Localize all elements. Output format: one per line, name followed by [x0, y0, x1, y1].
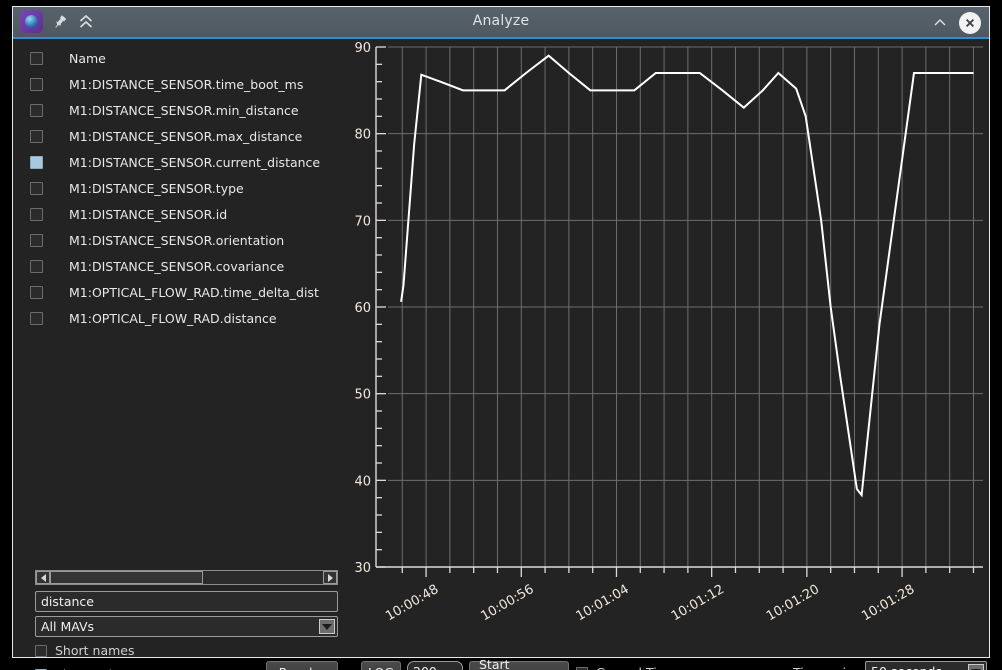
- scrollbar-thumb[interactable]: [50, 571, 203, 584]
- variable-color-swatch-slot: [55, 51, 64, 65]
- short-names-label: Short names: [55, 643, 134, 658]
- variable-row[interactable]: M1:DISTANCE_SENSOR.orientation: [13, 227, 338, 253]
- variable-row[interactable]: M1:DISTANCE_SENSOR.max_distance: [13, 123, 338, 149]
- x-axis-tick-label: 10:00:48: [383, 582, 441, 624]
- plot-area[interactable]: 30 40 50 60 70 80 90 10:00:48 10:00:56 10:01:04 10…: [338, 39, 989, 657]
- filter-input[interactable]: distance: [35, 591, 338, 612]
- x-axis-tick-label: 10:01:04: [574, 582, 632, 624]
- variables-list-header[interactable]: Name: [13, 45, 338, 71]
- x-axis-tick-label: 10:00:56: [478, 582, 536, 624]
- x-axis-tick-label: 10:01:28: [859, 582, 917, 624]
- titlebar-right-controls: [931, 12, 981, 34]
- variable-row[interactable]: M1:DISTANCE_SENSOR.min_distance: [13, 97, 338, 123]
- variable-checkbox[interactable]: [30, 182, 43, 195]
- y-axis-tick-label: 90: [354, 41, 371, 56]
- data-series-line: [401, 56, 973, 495]
- variable-checkbox[interactable]: [30, 78, 43, 91]
- variable-row[interactable]: M1:OPTICAL_FLOW_RAD.time_delta_dist: [13, 279, 338, 305]
- variable-checkbox[interactable]: [30, 104, 43, 117]
- chevron-down-icon[interactable]: [968, 664, 984, 670]
- analyze-window: Analyze NameM1:DISTANCE_SENS: [12, 6, 990, 658]
- variable-label: M1:OPTICAL_FLOW_RAD.time_delta_dist: [69, 285, 319, 300]
- y-axis-tick-label: 40: [354, 474, 371, 489]
- y-axis-tick-label: 60: [354, 301, 371, 316]
- window-titlebar[interactable]: Analyze: [13, 7, 989, 39]
- y-axis-tick-label: 80: [354, 128, 371, 143]
- variables-panel: Name M1:DISTANCE_SENSOR.time_boot_ms M1:DI…: [13, 39, 338, 657]
- arrow-right-icon: [328, 574, 333, 582]
- variable-checkbox[interactable]: [30, 156, 43, 169]
- variable-color-swatch-slot: [55, 285, 64, 299]
- variables-list[interactable]: Name M1:DISTANCE_SENSOR.time_boot_ms M1:DI…: [13, 45, 338, 331]
- variable-label: M1:DISTANCE_SENSOR.min_distance: [69, 103, 299, 118]
- ground-time-option[interactable]: Ground Time: [576, 665, 677, 670]
- scrollbar-track[interactable]: [50, 571, 323, 584]
- variables-column-header-label: Name: [69, 51, 106, 66]
- variable-checkbox[interactable]: [30, 312, 43, 325]
- x-axis-tick-label: 10:01:12: [669, 582, 727, 624]
- variable-row[interactable]: M1:DISTANCE_SENSOR.covariance: [13, 253, 338, 279]
- mav-select[interactable]: All MAVs: [35, 616, 338, 637]
- variables-horizontal-scrollbar[interactable]: [35, 570, 338, 585]
- time-axis-select[interactable]: 50 seconds: [865, 661, 987, 670]
- x-axis-tick-label: 10:01:20: [764, 582, 822, 624]
- short-names-option[interactable]: Short names: [35, 643, 134, 658]
- variable-row[interactable]: M1:DISTANCE_SENSOR.id: [13, 201, 338, 227]
- ground-time-checkbox[interactable]: [576, 667, 588, 670]
- variable-label: M1:DISTANCE_SENSOR.max_distance: [69, 129, 302, 144]
- variable-label: M1:DISTANCE_SENSOR.current_distance: [69, 155, 320, 170]
- y-axis-tick-label: 30: [354, 561, 371, 576]
- minimize-button[interactable]: [931, 14, 949, 32]
- variable-color-swatch-slot: [55, 155, 64, 169]
- window-body: Name M1:DISTANCE_SENSOR.time_boot_ms M1:DI…: [13, 39, 989, 657]
- short-names-checkbox[interactable]: [35, 645, 47, 657]
- time-series-plot: 30 40 50 60 70 80 90 10:00:48 10:00:56 10:01:04 10…: [338, 39, 989, 657]
- y-axis-tick-label: 70: [354, 214, 371, 229]
- variable-checkbox[interactable]: [30, 234, 43, 247]
- variable-checkbox[interactable]: [30, 208, 43, 221]
- scroll-right-button[interactable]: [323, 571, 337, 584]
- ground-time-label: Ground Time: [596, 665, 677, 670]
- start-logging-button[interactable]: Start Logging: [469, 661, 569, 670]
- arrow-left-icon: [41, 574, 46, 582]
- variable-checkbox[interactable]: [30, 286, 43, 299]
- y-axis-tick-label: 50: [354, 388, 371, 403]
- variable-color-swatch-slot: [55, 233, 64, 247]
- variable-label: M1:DISTANCE_SENSOR.covariance: [69, 259, 284, 274]
- variable-row[interactable]: M1:DISTANCE_SENSOR.time_boot_ms: [13, 71, 338, 97]
- close-button[interactable]: [959, 12, 981, 34]
- variable-color-swatch-slot: [55, 103, 64, 117]
- variable-label: M1:DISTANCE_SENSOR.type: [69, 181, 244, 196]
- variable-color-swatch-slot: [55, 129, 64, 143]
- variable-label: M1:DISTANCE_SENSOR.time_boot_ms: [69, 77, 303, 92]
- log-button[interactable]: LOG: [361, 661, 401, 670]
- variable-label: M1:DISTANCE_SENSOR.orientation: [69, 233, 284, 248]
- variable-label: M1:DISTANCE_SENSOR.id: [69, 207, 227, 222]
- recolor-button[interactable]: Recolor: [266, 661, 338, 670]
- variable-color-swatch-slot: [55, 311, 64, 325]
- variable-row[interactable]: M1:OPTICAL_FLOW_RAD.distance: [13, 305, 338, 331]
- select-all-checkbox[interactable]: [30, 52, 43, 65]
- variable-color-swatch-slot: [55, 259, 64, 273]
- screen-root: Analyze NameM1:DISTANCE_SENS: [0, 0, 1002, 670]
- variable-checkbox[interactable]: [30, 130, 43, 143]
- mav-select-value: All MAVs: [41, 617, 94, 636]
- variable-checkbox[interactable]: [30, 260, 43, 273]
- variable-color-swatch-slot: [55, 207, 64, 221]
- variable-row[interactable]: M1:DISTANCE_SENSOR.type: [13, 175, 338, 201]
- scroll-left-button[interactable]: [36, 571, 50, 584]
- chevron-down-icon[interactable]: [319, 619, 335, 634]
- variable-label: M1:OPTICAL_FLOW_RAD.distance: [69, 311, 277, 326]
- variable-row[interactable]: M1:DISTANCE_SENSOR.current_distance: [13, 149, 338, 175]
- variable-color-swatch-slot: [55, 181, 64, 195]
- log-count-input[interactable]: 200: [407, 661, 463, 670]
- time-axis-label: Time axis:: [793, 665, 857, 670]
- time-axis-value: 50 seconds: [871, 664, 942, 670]
- window-title: Analyze: [13, 13, 989, 29]
- variable-color-swatch-slot: [55, 77, 64, 91]
